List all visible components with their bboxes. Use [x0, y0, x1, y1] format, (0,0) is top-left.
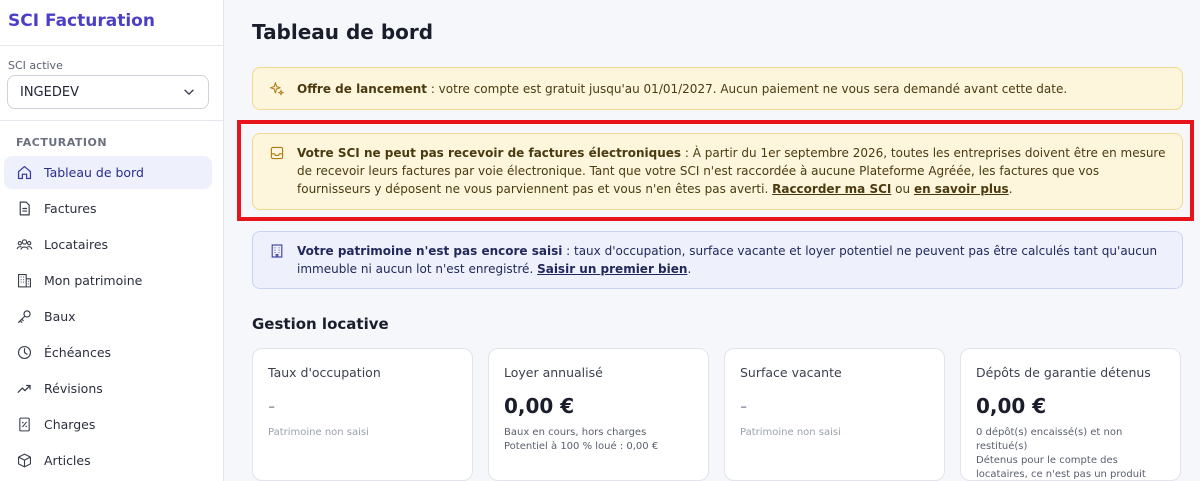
app-brand[interactable]: SCI Facturation	[8, 11, 155, 31]
card-value: 0,00 €	[504, 394, 575, 418]
patrimoine-title: Votre patrimoine n'est pas encore saisi	[297, 244, 563, 258]
card-value: -	[268, 394, 276, 418]
sidebar-item-tableau-de-bord[interactable]: Tableau de bord	[4, 156, 212, 189]
card-label: Loyer annualisé	[504, 365, 603, 380]
sidebar-item-baux[interactable]: Baux	[4, 300, 212, 333]
launch-offer-text: Offre de lancement : votre compte est gr…	[297, 80, 1067, 98]
launch-offer-alert: Offre de lancement : votre compte est gr…	[252, 67, 1183, 110]
card-label: Dépôts de garantie détenus	[976, 365, 1151, 380]
card-value: -	[740, 394, 748, 418]
sidebar-item-label: Factures	[44, 201, 97, 216]
key-icon	[17, 310, 31, 324]
box-icon	[17, 453, 32, 468]
main-content: Tableau de bord Offre de lancement : vot…	[225, 0, 1200, 481]
trend-icon	[17, 384, 31, 393]
annualized-rent-card: Loyer annualisé 0,00 € Baux en cours, ho…	[488, 348, 709, 481]
sidebar-divider	[0, 45, 223, 46]
sparkles-icon	[270, 82, 284, 96]
patrimoine-text: Votre patrimoine n'est pas encore saisi …	[297, 242, 1168, 278]
connect-sci-link[interactable]: Raccorder ma SCI	[772, 182, 891, 196]
sci-active-label: SCI active	[8, 59, 63, 72]
sidebar: SCI Facturation SCI active INGEDEV FACTU…	[0, 0, 224, 481]
add-first-property-link[interactable]: Saisir un premier bien	[537, 262, 687, 276]
launch-offer-title: Offre de lancement	[297, 81, 427, 96]
card-label: Taux d'occupation	[268, 365, 381, 380]
patrimoine-end: .	[687, 262, 692, 276]
occupancy-rate-card: Taux d'occupation - Patrimoine non saisi	[252, 348, 473, 481]
building-icon	[271, 244, 283, 258]
card-sub: 0 dépôt(s) encaissé(s) et non restitué(s…	[976, 426, 1165, 481]
sidebar-item-label: Charges	[44, 417, 96, 432]
card-value: 0,00 €	[976, 394, 1047, 418]
patrimoine-alert: Votre patrimoine n'est pas encore saisi …	[252, 231, 1183, 289]
document-icon	[19, 201, 30, 216]
card-sub-line: 0 dépôt(s) encaissé(s) et non restitué(s…	[976, 427, 1123, 452]
card-label: Surface vacante	[740, 365, 842, 380]
sidebar-item-label: Tableau de bord	[44, 165, 144, 180]
page-title: Tableau de bord	[252, 20, 434, 44]
chevron-down-icon	[184, 89, 194, 95]
einvoice-between: ou	[891, 182, 914, 196]
sidebar-item-charges[interactable]: Charges	[4, 408, 212, 441]
card-sub-line: Détenus pour le compte des locataires, c…	[976, 455, 1146, 480]
sidebar-item-factures[interactable]: Factures	[4, 192, 212, 225]
card-sub-line: Potentiel à 100 % loué : 0,00 €	[504, 441, 659, 452]
sidebar-item-locataires[interactable]: Locataires	[4, 228, 212, 261]
sidebar-item-label: Mon patrimoine	[44, 273, 143, 288]
sidebar-item-articles[interactable]: Articles	[4, 444, 212, 477]
vacant-surface-card: Surface vacante - Patrimoine non saisi	[724, 348, 945, 481]
sidebar-item-echeances[interactable]: Échéances	[4, 336, 212, 369]
launch-offer-body: : votre compte est gratuit jusqu'au 01/0…	[427, 81, 1068, 96]
einvoice-text: Votre SCI ne peut pas recevoir de factur…	[297, 144, 1168, 199]
section-title-gestion-locative: Gestion locative	[252, 315, 389, 333]
security-deposits-card: Dépôts de garantie détenus 0,00 € 0 dépô…	[960, 348, 1181, 481]
sidebar-item-label: Articles	[44, 453, 91, 468]
card-sub-line: Baux en cours, hors charges	[504, 427, 647, 438]
sci-select[interactable]: INGEDEV	[7, 75, 209, 109]
einvoice-end: .	[1008, 182, 1013, 196]
sidebar-item-label: Locataires	[44, 237, 109, 252]
learn-more-link[interactable]: en savoir plus	[914, 182, 1009, 196]
building-icon	[17, 273, 32, 288]
sci-select-value: INGEDEV	[20, 84, 79, 100]
users-icon	[16, 239, 33, 250]
receipt-icon	[19, 417, 30, 432]
sidebar-divider	[0, 120, 223, 121]
sidebar-item-label: Baux	[44, 309, 76, 324]
einvoice-title: Votre SCI ne peut pas recevoir de factur…	[297, 146, 682, 160]
home-icon	[17, 165, 32, 180]
einvoice-alert: Votre SCI ne peut pas recevoir de factur…	[252, 133, 1183, 210]
sidebar-nav: Tableau de bord Factures Locataires Mon …	[4, 156, 212, 480]
card-sub: Baux en cours, hors charges Potentiel à 1…	[504, 426, 693, 454]
sidebar-item-revisions[interactable]: Révisions	[4, 372, 212, 405]
card-sub: Patrimoine non saisi	[740, 427, 841, 438]
clock-icon	[17, 345, 32, 360]
sidebar-item-label: Révisions	[44, 381, 103, 396]
nav-section-label: FACTURATION	[16, 136, 108, 149]
sidebar-item-mon-patrimoine[interactable]: Mon patrimoine	[4, 264, 212, 297]
card-sub: Patrimoine non saisi	[268, 427, 369, 438]
sidebar-item-label: Échéances	[44, 345, 112, 360]
inbox-icon	[270, 146, 284, 160]
